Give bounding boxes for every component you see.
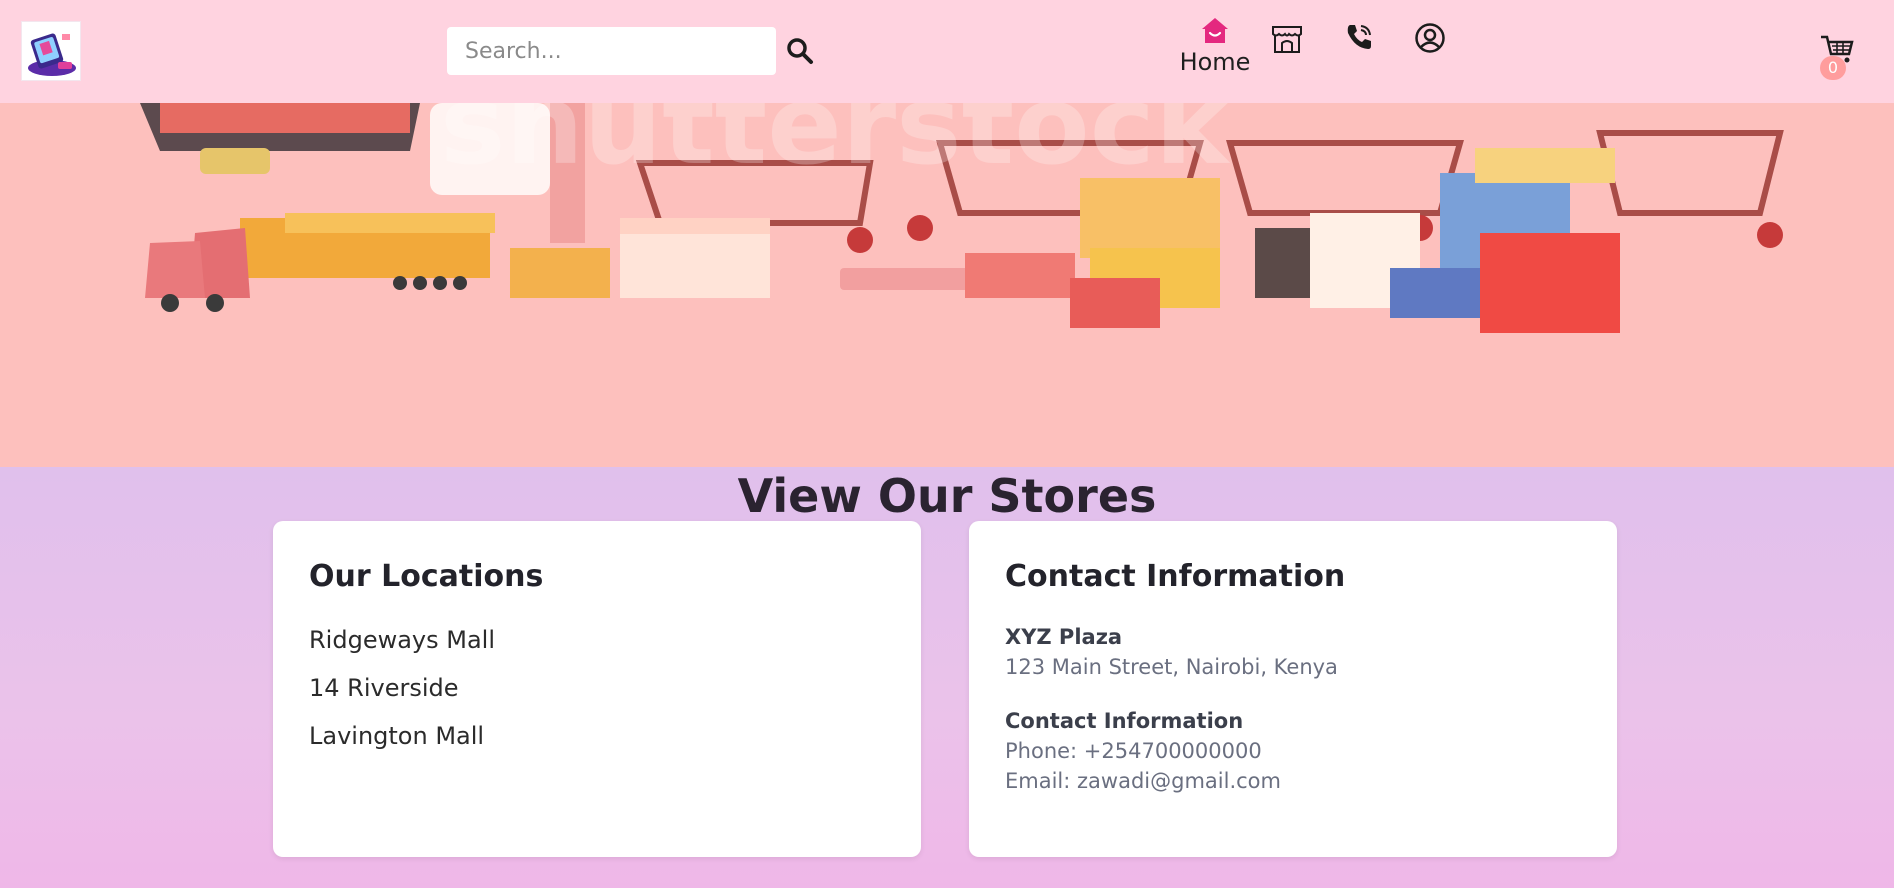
nav-store[interactable]	[1270, 22, 1304, 56]
nav-home[interactable]: Home	[1176, 16, 1254, 86]
nav-contact[interactable]	[1344, 22, 1374, 52]
logo-icon	[28, 33, 76, 76]
email-line: Email: zawadi@gmail.com	[1005, 769, 1281, 793]
site-header: Home 0	[0, 0, 1894, 103]
contact-title: Contact Information	[1005, 559, 1346, 594]
location-item: 14 Riverside	[309, 674, 459, 702]
phone-line: Phone: +254700000000	[1005, 739, 1262, 763]
stores-title: View Our Stores	[737, 469, 1157, 523]
nav-home-label: Home	[1179, 48, 1251, 76]
locations-title: Our Locations	[309, 559, 544, 594]
address-block: XYZ Plaza 123 Main Street, Nairobi, Keny…	[1005, 625, 1338, 679]
contact-card: Contact Information XYZ Plaza 123 Main S…	[969, 521, 1617, 857]
stores-section: View Our Stores Our Locations Ridgeways …	[0, 467, 1894, 888]
locations-card: Our Locations Ridgeways Mall 14 Riversid…	[273, 521, 921, 857]
svg-text:shutterstock: shutterstock	[440, 103, 1231, 189]
contact-heading: Contact Information	[1005, 709, 1244, 733]
address-heading: XYZ Plaza	[1005, 625, 1123, 649]
contact-block: Contact Information Phone: +254700000000…	[1005, 709, 1281, 793]
phone-icon	[1347, 25, 1371, 49]
location-item: Lavington Mall	[309, 722, 485, 750]
search-button[interactable]	[786, 37, 814, 65]
site-logo[interactable]	[21, 21, 81, 81]
cart-count-badge: 0	[1820, 56, 1846, 80]
search-icon	[787, 38, 813, 64]
hero-image: shutterstock	[0, 103, 1894, 467]
store-icon	[1272, 26, 1302, 53]
search-input[interactable]	[447, 27, 776, 75]
nav-account[interactable]	[1414, 22, 1446, 54]
account-icon	[1415, 23, 1445, 53]
hero-banner: shutterstock	[0, 103, 1894, 467]
address-line: 123 Main Street, Nairobi, Kenya	[1005, 655, 1338, 679]
location-item: Ridgeways Mall	[309, 626, 495, 654]
home-icon	[1200, 16, 1230, 46]
